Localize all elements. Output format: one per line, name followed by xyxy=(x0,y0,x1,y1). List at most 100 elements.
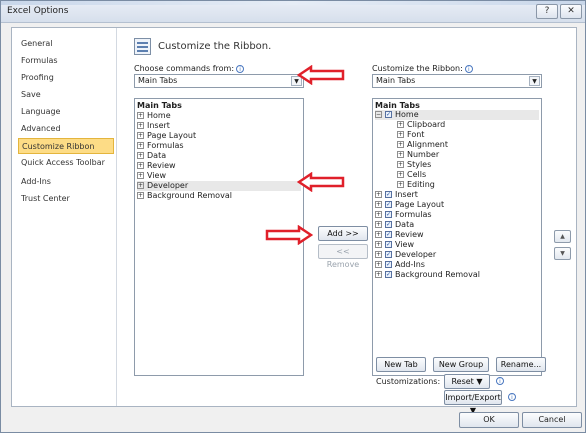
expand-icon[interactable]: + xyxy=(137,192,144,199)
checkbox-checked[interactable]: ✓ xyxy=(385,251,392,258)
options-content: General Formulas Proofing Save Language … xyxy=(11,27,577,415)
list-item[interactable]: + Page Layout xyxy=(137,131,196,141)
background-strip xyxy=(1,1,585,5)
help-button[interactable]: ? xyxy=(536,4,558,19)
expand-icon[interactable]: + xyxy=(137,132,144,139)
expand-icon[interactable]: + xyxy=(137,122,144,129)
list-item[interactable]: + ✓ Add-Ins xyxy=(375,260,425,270)
list-item[interactable]: + Clipboard xyxy=(397,120,445,130)
expand-icon[interactable]: + xyxy=(375,271,382,278)
customize-ribbon-label: Customize the Ribbon: i xyxy=(372,64,473,73)
sidebar-item-quick-access-toolbar[interactable]: Quick Access Toolbar xyxy=(18,155,114,171)
remove-button[interactable]: << Remove xyxy=(318,244,368,269)
reset-button[interactable]: Reset ▼ xyxy=(444,374,490,389)
expand-icon[interactable]: + xyxy=(375,211,382,218)
list-item[interactable]: + ✓ Review xyxy=(375,230,424,240)
expand-icon[interactable]: + xyxy=(397,151,404,158)
expand-icon[interactable]: + xyxy=(375,231,382,238)
move-down-button[interactable]: ▼ xyxy=(554,247,571,260)
checkbox-checked[interactable]: ✓ xyxy=(385,241,392,248)
checkbox-checked[interactable]: ✓ xyxy=(385,231,392,238)
rename-button[interactable]: Rename... xyxy=(496,357,546,372)
excel-options-window: Excel Options ? ✕ General Formulas Proof… xyxy=(0,0,586,433)
list-header: Main Tabs xyxy=(137,101,182,110)
sidebar-item-proofing[interactable]: Proofing xyxy=(18,70,114,86)
checkbox-checked[interactable]: ✓ xyxy=(385,191,392,198)
sidebar-item-general[interactable]: General xyxy=(18,36,114,52)
ok-button[interactable]: OK xyxy=(459,412,519,428)
close-button[interactable]: ✕ xyxy=(560,4,582,19)
list-item[interactable]: + Insert xyxy=(137,121,170,131)
sidebar-item-add-ins[interactable]: Add-Ins xyxy=(18,174,114,190)
title-bar: Excel Options ? ✕ xyxy=(1,1,585,23)
sidebar-item-save[interactable]: Save xyxy=(18,87,114,103)
list-item[interactable]: + ✓ Formulas xyxy=(375,210,432,220)
list-item[interactable]: + Alignment xyxy=(397,140,448,150)
sidebar-item-formulas[interactable]: Formulas xyxy=(18,53,114,69)
checkbox-checked[interactable]: ✓ xyxy=(385,201,392,208)
checkbox-checked[interactable]: ✓ xyxy=(385,261,392,268)
expand-icon[interactable]: + xyxy=(137,152,144,159)
list-item[interactable]: + ✓ Developer xyxy=(375,250,436,260)
sidebar-item-customize-ribbon[interactable]: Customize Ribbon xyxy=(18,138,114,154)
collapse-icon[interactable]: − xyxy=(375,111,382,118)
list-item[interactable]: + ✓ Data xyxy=(375,220,414,230)
cancel-button[interactable]: Cancel xyxy=(522,412,582,428)
customizations-label: Customizations: xyxy=(376,377,441,386)
expand-icon[interactable]: + xyxy=(137,112,144,119)
sidebar-item-trust-center[interactable]: Trust Center xyxy=(18,191,114,207)
add-button[interactable]: Add >> xyxy=(318,226,368,241)
list-item[interactable]: + ✓ Page Layout xyxy=(375,200,444,210)
expand-icon[interactable]: + xyxy=(375,201,382,208)
expand-icon[interactable]: + xyxy=(397,161,404,168)
move-up-button[interactable]: ▲ xyxy=(554,230,571,243)
ribbon-tabs-list[interactable]: Main Tabs − ✓ Home + Clipboard + Font + Align… xyxy=(372,98,542,376)
list-item-home[interactable]: − ✓ Home xyxy=(375,110,539,120)
new-tab-button[interactable]: New Tab xyxy=(376,357,426,372)
sidebar-item-language[interactable]: Language xyxy=(18,104,114,120)
sidebar-item-advanced[interactable]: Advanced xyxy=(18,121,114,137)
expand-icon[interactable]: + xyxy=(137,142,144,149)
panel-title: Customize the Ribbon. xyxy=(158,41,272,52)
expand-icon[interactable]: + xyxy=(397,121,404,128)
checkbox-checked[interactable]: ✓ xyxy=(385,221,392,228)
expand-icon[interactable]: + xyxy=(137,172,144,179)
list-item[interactable]: + Formulas xyxy=(137,141,184,151)
import-export-button[interactable]: Import/Export ▼ xyxy=(444,390,502,415)
expand-icon[interactable]: + xyxy=(397,131,404,138)
expand-icon[interactable]: + xyxy=(397,141,404,148)
expand-icon[interactable]: + xyxy=(137,182,144,189)
chevron-down-icon[interactable]: ▼ xyxy=(529,76,540,86)
expand-icon[interactable]: + xyxy=(397,171,404,178)
info-icon: i xyxy=(236,64,245,73)
customize-ribbon-dropdown[interactable]: Main Tabs ▼ xyxy=(372,74,542,88)
list-item[interactable]: + Background Removal xyxy=(137,191,232,201)
list-item-developer[interactable]: + Developer xyxy=(137,181,301,191)
annotation-arrow-right-icon xyxy=(265,225,313,245)
customize-ribbon-value: Main Tabs xyxy=(376,76,416,85)
list-item[interactable]: + ✓ View xyxy=(375,240,414,250)
list-item[interactable]: + View xyxy=(137,171,166,181)
list-item[interactable]: + Data xyxy=(137,151,166,161)
list-item[interactable]: + Styles xyxy=(397,160,431,170)
list-item[interactable]: + Font xyxy=(397,130,424,140)
expand-icon[interactable]: + xyxy=(375,261,382,268)
expand-icon[interactable]: + xyxy=(375,251,382,258)
expand-icon[interactable]: + xyxy=(397,181,404,188)
expand-icon[interactable]: + xyxy=(375,241,382,248)
choose-commands-dropdown[interactable]: Main Tabs ▼ xyxy=(134,74,304,88)
list-item[interactable]: + ✓ Background Removal xyxy=(375,270,480,280)
expand-icon[interactable]: + xyxy=(137,162,144,169)
new-group-button[interactable]: New Group xyxy=(433,357,489,372)
checkbox-checked[interactable]: ✓ xyxy=(385,211,392,218)
list-item[interactable]: + Review xyxy=(137,161,176,171)
list-item[interactable]: + Number xyxy=(397,150,439,160)
expand-icon[interactable]: + xyxy=(375,191,382,198)
list-item[interactable]: + ✓ Insert xyxy=(375,190,418,200)
checkbox-checked[interactable]: ✓ xyxy=(385,271,392,278)
list-item[interactable]: + Home xyxy=(137,111,171,121)
checkbox-checked[interactable]: ✓ xyxy=(385,111,392,118)
list-item[interactable]: + Editing xyxy=(397,180,435,190)
list-item[interactable]: + Cells xyxy=(397,170,426,180)
expand-icon[interactable]: + xyxy=(375,221,382,228)
